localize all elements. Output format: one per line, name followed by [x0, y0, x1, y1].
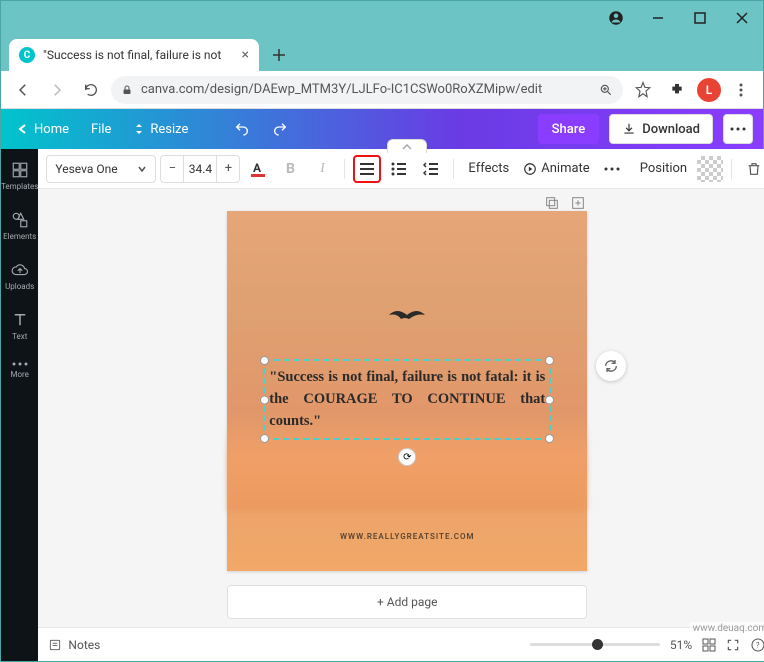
page-tools [544, 195, 586, 211]
browser-tabstrip: C "Success is not final, failure is not … [1, 35, 763, 71]
left-sidebar: Templates Elements Uploads Text More [1, 149, 38, 661]
notes-button[interactable]: Notes [48, 638, 100, 652]
file-menu[interactable]: File [85, 115, 117, 143]
transparency-button[interactable] [697, 156, 723, 182]
text-selection-box[interactable]: "Success is not final, failure is not fa… [263, 359, 551, 440]
redo-button[interactable] [266, 115, 294, 143]
resize-handle[interactable] [260, 356, 269, 365]
browser-addressbar: canva.com/design/DAEwp_MTM3Y/LJLFo-IC1CS… [1, 71, 763, 109]
spacing-button[interactable] [417, 155, 445, 183]
maximize-icon[interactable] [687, 5, 713, 31]
delete-button[interactable] [740, 155, 764, 183]
design-page[interactable]: "Success is not final, failure is not fa… [227, 211, 587, 571]
undo-button[interactable] [228, 115, 256, 143]
font-size-value[interactable]: 34.4 [183, 156, 217, 182]
os-titlebar [1, 1, 763, 35]
account-icon[interactable] [603, 5, 629, 31]
add-page-button[interactable]: + Add page [227, 585, 587, 619]
zoom-value: 51% [670, 638, 692, 652]
zoom-slider[interactable] [530, 643, 660, 646]
canva-header: Home File Resize Share Download [1, 109, 763, 149]
font-size-stepper[interactable]: − 34.4 + [160, 155, 240, 183]
canvas-area[interactable]: "Success is not final, failure is not fa… [38, 189, 764, 627]
sidebar-more[interactable]: More [1, 357, 38, 383]
download-button[interactable]: Download [609, 114, 713, 144]
canva-favicon: C [19, 47, 35, 63]
font-size-decrease[interactable]: − [161, 161, 183, 176]
effects-button[interactable]: Effects [462, 161, 515, 176]
lock-icon [121, 84, 133, 96]
expand-handle-icon[interactable] [387, 139, 427, 153]
svg-text:A: A [253, 161, 262, 175]
browser-tab[interactable]: C "Success is not final, failure is not … [9, 39, 259, 71]
animate-button[interactable]: Animate [519, 155, 593, 183]
bold-button[interactable]: B [276, 155, 304, 183]
back-to-home-button[interactable]: Home [11, 115, 75, 143]
new-tab-button[interactable] [265, 41, 293, 69]
sidebar-uploads[interactable]: Uploads [1, 257, 38, 295]
divider [344, 159, 345, 179]
help-icon[interactable]: ? [750, 637, 764, 653]
share-button[interactable]: Share [538, 114, 600, 144]
quote-text[interactable]: "Success is not final, failure is not fa… [269, 367, 545, 432]
reload-button[interactable] [77, 76, 105, 104]
text-toolbar: Yeseva One − 34.4 + A B I Effects Animat… [38, 149, 764, 189]
url-text: canva.com/design/DAEwp_MTM3Y/LJLFo-IC1CS… [141, 82, 591, 97]
extensions-icon[interactable] [663, 76, 691, 104]
watermark-text: www.deuaq.com [690, 622, 764, 635]
resize-menu[interactable]: Resize [127, 115, 194, 143]
svg-text:?: ? [756, 640, 760, 649]
sidebar-text[interactable]: Text [1, 307, 38, 345]
resize-handle[interactable] [545, 395, 554, 404]
regenerate-button[interactable] [596, 351, 626, 381]
list-button[interactable] [385, 155, 413, 183]
italic-button[interactable]: I [308, 155, 336, 183]
toolbar-more-icon[interactable] [598, 155, 626, 183]
sidebar-elements[interactable]: Elements [1, 207, 38, 245]
bird-silhouette [387, 307, 427, 325]
close-tab-icon[interactable]: × [242, 47, 249, 63]
divider [453, 159, 454, 179]
add-page-icon[interactable] [570, 195, 586, 211]
fullscreen-icon[interactable] [726, 638, 740, 652]
profile-avatar[interactable]: L [697, 78, 721, 102]
resize-handle[interactable] [545, 356, 554, 365]
font-size-increase[interactable]: + [217, 161, 239, 176]
tab-title: "Success is not final, failure is not [43, 48, 221, 62]
more-menu-button[interactable] [723, 114, 753, 144]
back-button[interactable] [9, 76, 37, 104]
website-text[interactable]: WWW.REALLYGREATSITE.COM [227, 532, 587, 541]
close-window-icon[interactable] [729, 5, 755, 31]
rotate-handle-icon[interactable]: ⟳ [398, 448, 416, 466]
slider-thumb[interactable] [592, 639, 603, 650]
resize-handle[interactable] [260, 395, 269, 404]
font-family-select[interactable]: Yeseva One [46, 155, 156, 183]
address-field[interactable]: canva.com/design/DAEwp_MTM3Y/LJLFo-IC1CS… [111, 76, 623, 104]
browser-menu-icon[interactable] [727, 76, 755, 104]
text-color-button[interactable]: A [244, 155, 272, 183]
alignment-button[interactable] [353, 155, 381, 183]
bookmark-icon[interactable] [629, 76, 657, 104]
grid-view-icon[interactable] [702, 638, 716, 652]
forward-button[interactable] [43, 76, 71, 104]
minimize-icon[interactable] [645, 5, 671, 31]
bottom-bar: Notes 51% ? [38, 627, 764, 661]
divider [731, 159, 732, 179]
duplicate-page-icon[interactable] [544, 195, 560, 211]
position-button[interactable]: Position [634, 161, 693, 176]
sidebar-templates[interactable]: Templates [1, 157, 38, 195]
zoom-in-omnibox-icon[interactable] [599, 83, 613, 97]
